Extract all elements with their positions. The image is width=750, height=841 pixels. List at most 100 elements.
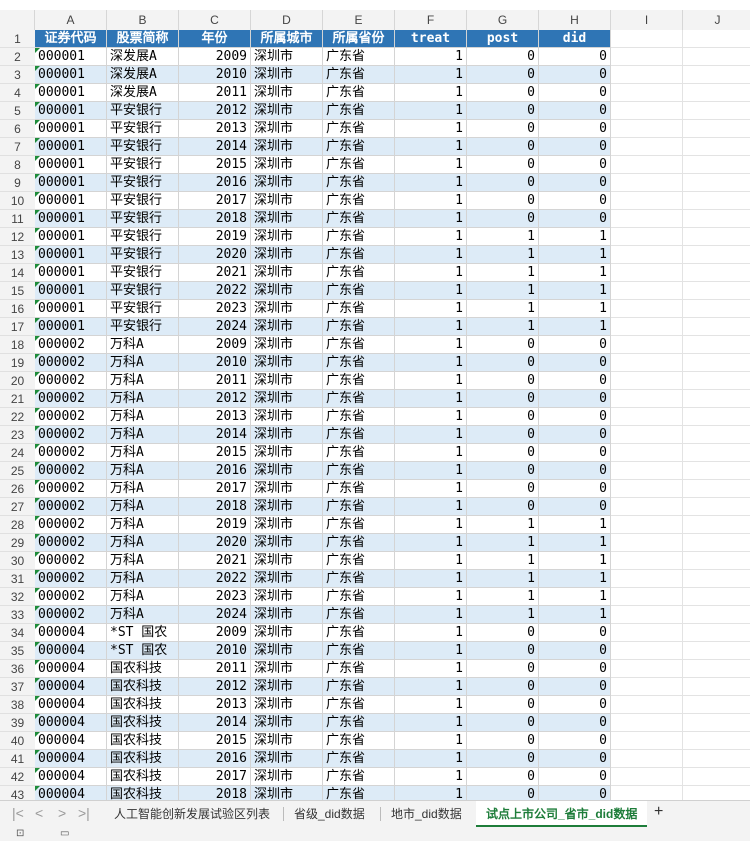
- empty-cell[interactable]: [611, 246, 683, 264]
- data-cell[interactable]: 0: [539, 102, 611, 120]
- data-cell[interactable]: 1: [539, 300, 611, 318]
- data-cell[interactable]: 万科A: [107, 606, 179, 624]
- data-cell[interactable]: 平安银行: [107, 102, 179, 120]
- empty-cell[interactable]: [683, 534, 750, 552]
- data-cell[interactable]: 1: [395, 678, 467, 696]
- data-cell[interactable]: 万科A: [107, 390, 179, 408]
- data-cell[interactable]: 平安银行: [107, 120, 179, 138]
- empty-cell[interactable]: [611, 444, 683, 462]
- data-cell[interactable]: 0: [467, 336, 539, 354]
- data-cell[interactable]: 深圳市: [251, 750, 323, 768]
- data-cell[interactable]: 深圳市: [251, 768, 323, 786]
- empty-cell[interactable]: [683, 552, 750, 570]
- data-cell[interactable]: 深发展A: [107, 84, 179, 102]
- first-sheet-icon[interactable]: |<: [12, 805, 24, 821]
- empty-cell[interactable]: [683, 732, 750, 750]
- row-number[interactable]: 24: [0, 444, 35, 462]
- data-cell[interactable]: 000002: [35, 444, 107, 462]
- data-cell[interactable]: 2009: [179, 48, 251, 66]
- data-cell[interactable]: 000004: [35, 624, 107, 642]
- data-cell[interactable]: 0: [467, 138, 539, 156]
- data-cell[interactable]: 0: [539, 786, 611, 800]
- data-cell[interactable]: 1: [467, 282, 539, 300]
- data-cell[interactable]: 1: [395, 534, 467, 552]
- data-cell[interactable]: 000004: [35, 732, 107, 750]
- data-cell[interactable]: 平安银行: [107, 210, 179, 228]
- data-cell[interactable]: 1: [395, 318, 467, 336]
- data-cell[interactable]: 广东省: [323, 444, 395, 462]
- row-number[interactable]: 35: [0, 642, 35, 660]
- data-cell[interactable]: 广东省: [323, 264, 395, 282]
- data-cell[interactable]: 深圳市: [251, 66, 323, 84]
- data-cell[interactable]: 1: [395, 66, 467, 84]
- data-cell[interactable]: 深圳市: [251, 786, 323, 800]
- data-cell[interactable]: 1: [395, 498, 467, 516]
- plus-icon[interactable]: +: [654, 803, 663, 821]
- data-cell[interactable]: 广东省: [323, 480, 395, 498]
- sheet-tab-province-did[interactable]: 省级_did数据: [284, 801, 375, 827]
- data-cell[interactable]: 0: [467, 408, 539, 426]
- data-cell[interactable]: 1: [395, 462, 467, 480]
- empty-cell[interactable]: [611, 174, 683, 192]
- data-cell[interactable]: 2021: [179, 552, 251, 570]
- empty-cell[interactable]: [683, 174, 750, 192]
- data-cell[interactable]: 000002: [35, 606, 107, 624]
- row-number[interactable]: 25: [0, 462, 35, 480]
- row-number[interactable]: 21: [0, 390, 35, 408]
- data-cell[interactable]: 0: [539, 390, 611, 408]
- data-cell[interactable]: 万科A: [107, 462, 179, 480]
- column-header[interactable]: J: [683, 10, 750, 30]
- data-cell[interactable]: 0: [467, 48, 539, 66]
- data-cell[interactable]: 平安银行: [107, 138, 179, 156]
- empty-cell[interactable]: [683, 138, 750, 156]
- data-cell[interactable]: 2013: [179, 120, 251, 138]
- data-cell[interactable]: 2024: [179, 318, 251, 336]
- data-cell[interactable]: 广东省: [323, 462, 395, 480]
- data-cell[interactable]: 深圳市: [251, 318, 323, 336]
- row-number[interactable]: 3: [0, 66, 35, 84]
- data-cell[interactable]: 0: [467, 678, 539, 696]
- data-cell[interactable]: 广东省: [323, 318, 395, 336]
- data-cell[interactable]: 平安银行: [107, 300, 179, 318]
- data-cell[interactable]: 0: [539, 696, 611, 714]
- data-cell[interactable]: 0: [467, 768, 539, 786]
- data-cell[interactable]: 广东省: [323, 642, 395, 660]
- data-cell[interactable]: 000002: [35, 588, 107, 606]
- data-cell[interactable]: 2011: [179, 372, 251, 390]
- empty-cell[interactable]: [683, 300, 750, 318]
- data-cell[interactable]: 万科A: [107, 354, 179, 372]
- data-cell[interactable]: 广东省: [323, 750, 395, 768]
- data-cell[interactable]: 1: [539, 516, 611, 534]
- data-cell[interactable]: 广东省: [323, 120, 395, 138]
- empty-cell[interactable]: [683, 606, 750, 624]
- data-cell[interactable]: 0: [467, 372, 539, 390]
- data-cell[interactable]: 1: [467, 300, 539, 318]
- empty-cell[interactable]: [611, 462, 683, 480]
- row-number[interactable]: 12: [0, 228, 35, 246]
- data-cell[interactable]: 1: [395, 480, 467, 498]
- data-cell[interactable]: 万科A: [107, 534, 179, 552]
- data-cell[interactable]: 广东省: [323, 354, 395, 372]
- data-cell[interactable]: 1: [395, 156, 467, 174]
- data-cell[interactable]: 广东省: [323, 336, 395, 354]
- empty-cell[interactable]: [683, 120, 750, 138]
- data-cell[interactable]: 万科A: [107, 480, 179, 498]
- data-cell[interactable]: 0: [467, 498, 539, 516]
- data-cell[interactable]: 1: [395, 336, 467, 354]
- data-cell[interactable]: 1: [539, 246, 611, 264]
- data-cell[interactable]: 000002: [35, 408, 107, 426]
- data-cell[interactable]: 000002: [35, 354, 107, 372]
- data-cell[interactable]: 2010: [179, 354, 251, 372]
- data-cell[interactable]: 1: [395, 570, 467, 588]
- row-number[interactable]: 17: [0, 318, 35, 336]
- data-cell[interactable]: 1: [395, 174, 467, 192]
- sheet-tab-city-did[interactable]: 地市_did数据: [381, 801, 472, 827]
- data-cell[interactable]: 1: [395, 642, 467, 660]
- data-cell[interactable]: 1: [395, 120, 467, 138]
- row-number[interactable]: 14: [0, 264, 35, 282]
- data-cell[interactable]: 平安银行: [107, 174, 179, 192]
- data-cell[interactable]: 1: [539, 318, 611, 336]
- data-cell[interactable]: 广东省: [323, 732, 395, 750]
- data-cell[interactable]: 1: [539, 534, 611, 552]
- empty-cell[interactable]: [611, 732, 683, 750]
